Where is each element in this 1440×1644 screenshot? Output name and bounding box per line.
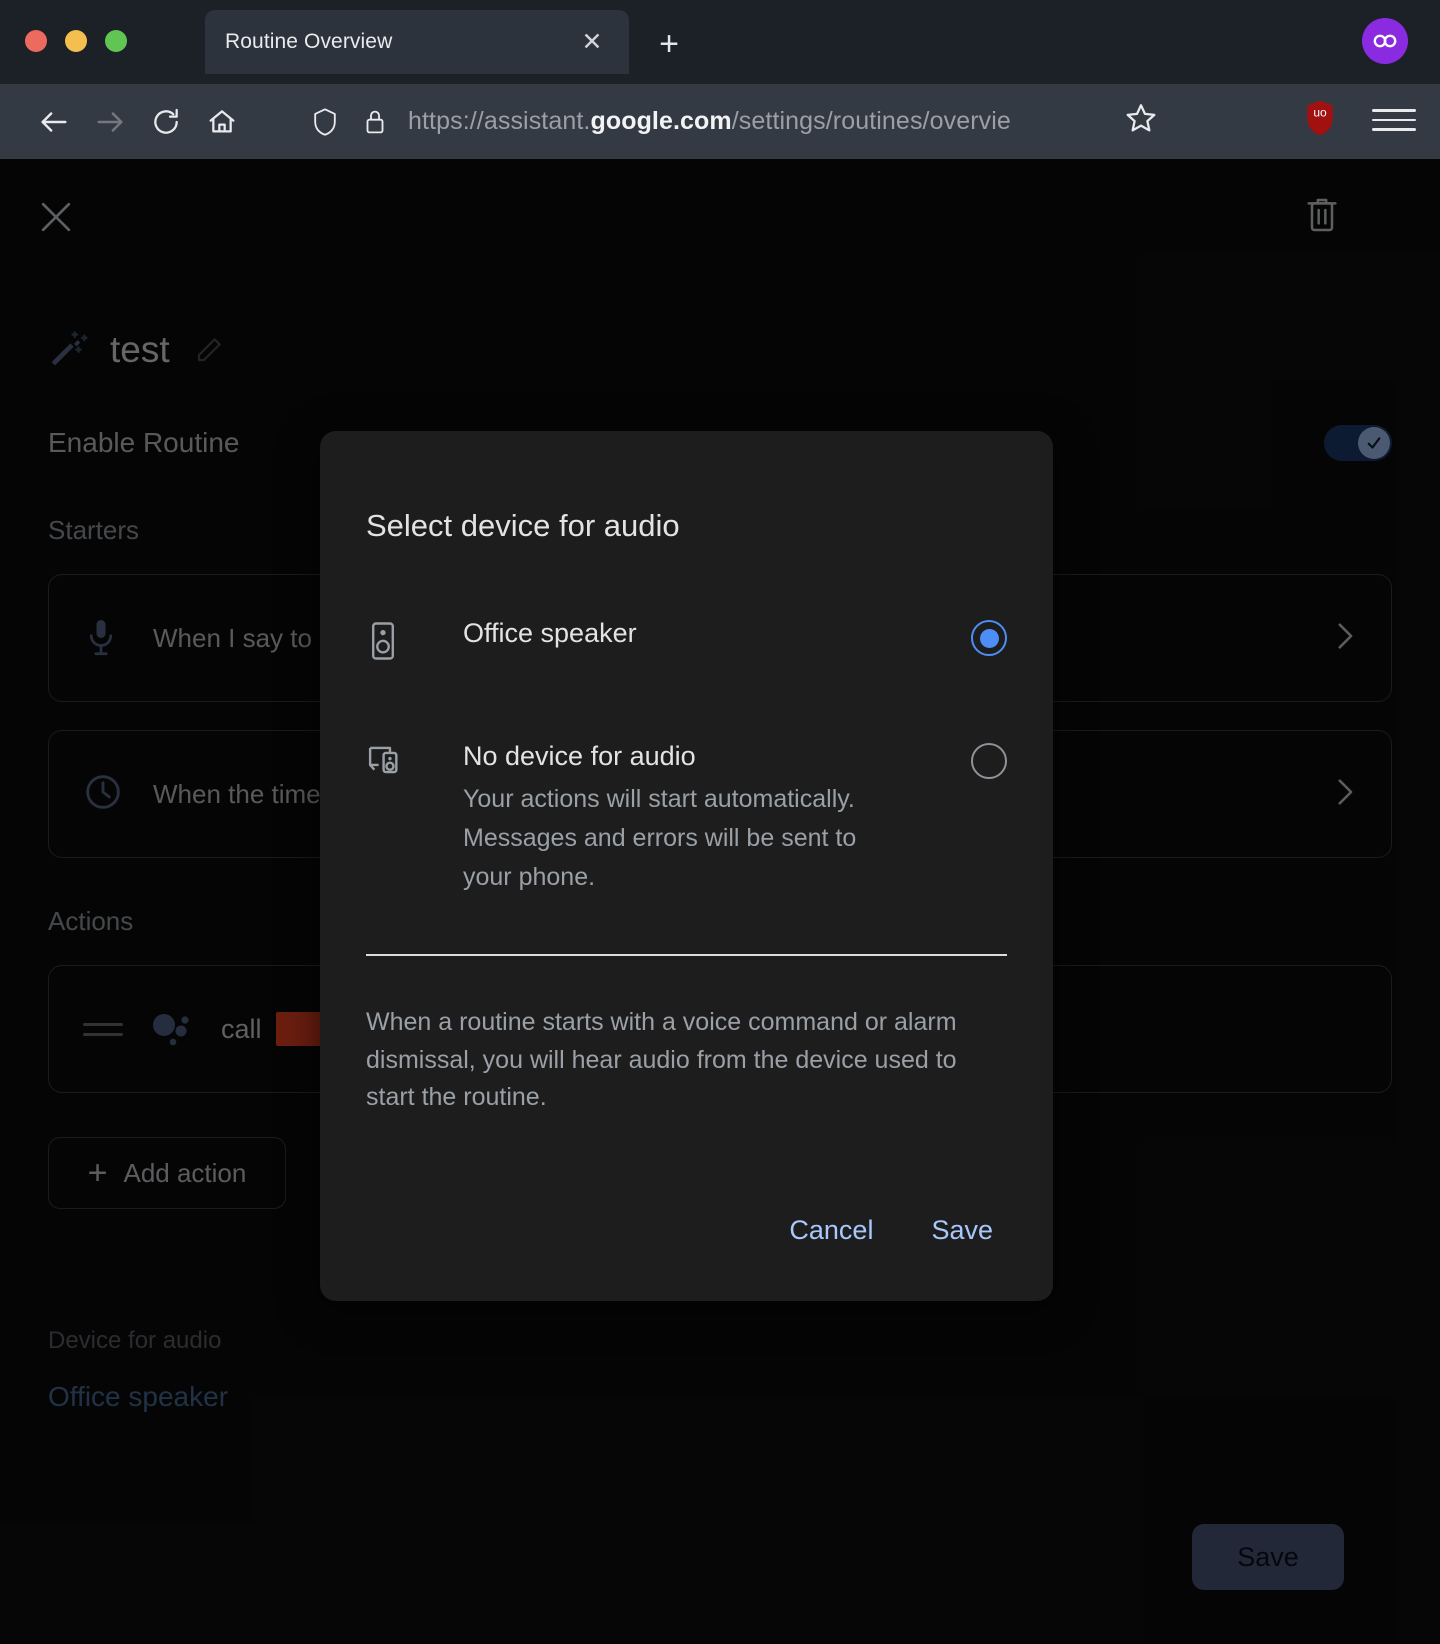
address-bar[interactable]: https://assistant.google.com/settings/ro… — [300, 94, 1414, 150]
svg-text:uo: uo — [1313, 106, 1327, 120]
new-tab-icon[interactable]: + — [648, 23, 690, 65]
window-controls — [25, 30, 127, 52]
dialog-option-label: Office speaker — [463, 618, 637, 648]
url-prefix: https://assistant. — [408, 107, 590, 135]
browser-toolbar: https://assistant.google.com/settings/ro… — [0, 84, 1440, 159]
reload-icon[interactable] — [138, 94, 194, 150]
minimize-window-button[interactable] — [65, 30, 87, 52]
url-suffix: /settings/routines/overvie — [732, 107, 1011, 135]
dialog-title: Select device for audio — [366, 431, 1007, 544]
radio-no-device[interactable] — [971, 743, 1007, 779]
lock-icon[interactable] — [350, 107, 400, 137]
hamburger-menu-icon[interactable] — [1372, 100, 1416, 140]
select-device-dialog: Select device for audio Office speaker — [320, 431, 1053, 1301]
radio-office-speaker[interactable] — [971, 620, 1007, 656]
close-window-button[interactable] — [25, 30, 47, 52]
dialog-help-text: When a routine starts with a voice comma… — [366, 1004, 1007, 1117]
dialog-option-body: No device for audio Your actions will st… — [418, 741, 971, 896]
url-domain: google.com — [590, 107, 731, 135]
infinity-icon — [1372, 33, 1398, 49]
dialog-actions: Cancel Save — [775, 1205, 1007, 1256]
browser-window: Routine Overview ✕ + — [0, 0, 1440, 1644]
maximize-window-button[interactable] — [105, 30, 127, 52]
dialog-divider — [366, 954, 1007, 956]
tab-title: Routine Overview — [225, 30, 575, 54]
dialog-save-button[interactable]: Save — [917, 1205, 1007, 1256]
dialog-option-office-speaker[interactable]: Office speaker — [366, 618, 1007, 667]
dialog-option-description: Your actions will start automatically. M… — [463, 780, 903, 896]
ublock-origin-icon[interactable]: uo — [1300, 96, 1340, 140]
browser-tab[interactable]: Routine Overview ✕ — [205, 10, 629, 74]
dialog-option-label: No device for audio — [463, 741, 696, 771]
home-icon[interactable] — [194, 94, 250, 150]
dialog-option-body: Office speaker — [418, 618, 971, 649]
speaker-icon — [366, 618, 418, 667]
shield-icon[interactable] — [300, 107, 350, 137]
avatar[interactable] — [1362, 18, 1408, 64]
dialog-option-no-device[interactable]: No device for audio Your actions will st… — [366, 741, 1007, 896]
browser-titlebar: Routine Overview ✕ + — [0, 0, 1440, 84]
url-text: https://assistant.google.com/settings/ro… — [408, 107, 1011, 136]
dialog-cancel-button[interactable]: Cancel — [775, 1205, 887, 1256]
back-arrow-icon[interactable] — [26, 94, 82, 150]
forward-arrow-icon[interactable] — [82, 94, 138, 150]
no-device-audio-icon — [366, 741, 418, 782]
star-icon[interactable] — [1117, 94, 1165, 142]
tab-close-icon[interactable]: ✕ — [575, 25, 609, 59]
